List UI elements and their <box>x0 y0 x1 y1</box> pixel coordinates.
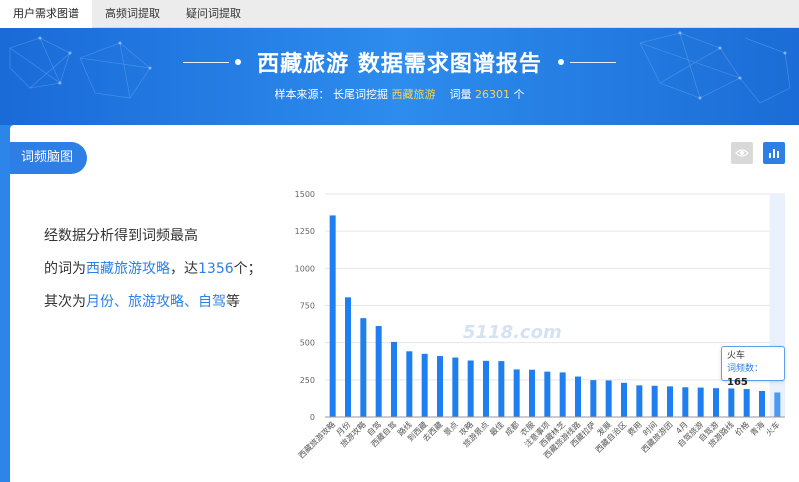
bar-29[interactable] <box>774 392 781 417</box>
bar-21[interactable] <box>651 385 658 417</box>
x-tick-label: 价格 <box>733 419 751 437</box>
banner-title-row: 西藏旅游 数据需求图谱报告 <box>0 46 799 78</box>
bar-15[interactable] <box>559 372 566 417</box>
title-right-dot <box>557 59 564 65</box>
bar-8[interactable] <box>452 357 459 417</box>
sample-source-tool: 长尾词挖掘 <box>333 88 388 101</box>
bar-28[interactable] <box>759 390 765 417</box>
bar-13[interactable] <box>529 369 535 417</box>
y-tick-label: 500 <box>300 339 315 348</box>
y-tick-label: 750 <box>300 302 315 311</box>
y-tick-label: 1000 <box>295 264 315 273</box>
tooltip-label: 词频数： <box>727 364 764 374</box>
bar-1[interactable] <box>345 297 351 417</box>
bar-0[interactable] <box>329 215 336 417</box>
bar-18[interactable] <box>605 380 612 417</box>
summary-line-3: 其次为月份、旅游攻略、自驾等 <box>44 286 294 319</box>
chart-tooltip: 火车 词频数： 165 <box>721 346 785 388</box>
section-tag: 词频脑图 <box>10 142 87 174</box>
bar-26[interactable] <box>728 388 735 417</box>
summary-top-word: 西藏旅游攻略 <box>86 261 170 277</box>
tooltip-value: 165 <box>727 377 748 388</box>
bar-7[interactable] <box>437 356 443 417</box>
y-tick-label: 1500 <box>295 190 315 199</box>
bar-27[interactable] <box>743 389 750 417</box>
title-left-line <box>183 61 230 63</box>
sample-source-info: 样本来源： 长尾词挖掘 西藏旅游 词量 26301 个 <box>0 86 799 102</box>
bar-3[interactable] <box>375 326 382 417</box>
bar-25[interactable] <box>713 388 719 417</box>
summary-line-3-suffix: 等 <box>226 294 240 310</box>
bar-2[interactable] <box>360 318 367 417</box>
tab-high-frequency-words[interactable]: 高频词提取 <box>92 0 173 28</box>
bar-6[interactable] <box>421 353 428 417</box>
bar-16[interactable] <box>575 376 581 417</box>
y-axis: 0 250 500 750 1000 1250 1500 <box>295 190 315 422</box>
x-tick-label: 景点 <box>442 420 460 438</box>
word-count-label: 词量 <box>449 88 472 101</box>
y-tick-label: 1250 <box>295 227 315 236</box>
tab-bar: 用户需求图谱 高频词提取 疑问词提取 <box>0 0 799 28</box>
summary-second-words: 月份、旅游攻略、自驾 <box>86 294 226 310</box>
watermark-logo: 5118.com <box>463 322 562 343</box>
analysis-summary: 经数据分析得到词频最高 的词为西藏旅游攻略，达1356个； 其次为月份、旅游攻略… <box>44 220 294 319</box>
chart-bars <box>329 215 781 417</box>
x-tick-label: 青海 <box>748 419 766 437</box>
bar-23[interactable] <box>682 387 689 417</box>
tab-user-demand-graph[interactable]: 用户需求图谱 <box>0 0 92 28</box>
x-axis-labels: 西藏旅游攻略月份旅游攻略自驾西藏自驾路线到西藏去西藏景点攻略旅游景点最佳成都衣服… <box>296 419 782 460</box>
bar-17[interactable] <box>590 380 597 417</box>
x-tick-label: 费用 <box>625 419 643 437</box>
bar-4[interactable] <box>391 341 397 417</box>
report-banner: 西藏旅游 数据需求图谱报告 样本来源： 长尾词挖掘 西藏旅游 词量 26301 … <box>0 28 799 125</box>
sample-keyword: 西藏旅游 <box>391 88 436 101</box>
tab-question-words[interactable]: 疑问词提取 <box>173 0 254 28</box>
word-count-unit: 个 <box>513 88 525 101</box>
bar-5[interactable] <box>406 351 413 417</box>
summary-line-1: 经数据分析得到词频最高 <box>44 228 198 244</box>
x-tick-label: 火车 <box>763 419 781 437</box>
bar-24[interactable] <box>697 387 704 417</box>
bar-12[interactable] <box>513 369 520 417</box>
y-tick-label: 250 <box>300 376 315 385</box>
bar-20[interactable] <box>636 385 643 417</box>
title-left-dot <box>235 59 242 65</box>
tooltip-category: 火车 <box>727 351 746 361</box>
summary-line-2-prefix: 的词为 <box>44 261 86 277</box>
x-tick-label: 西藏旅游攻略 <box>296 419 337 460</box>
bar-11[interactable] <box>498 361 505 417</box>
x-tick-label: 成都 <box>503 419 521 437</box>
summary-line-2: 的词为西藏旅游攻略，达1356个； <box>44 253 294 286</box>
bar-22[interactable] <box>667 386 673 417</box>
sample-source-label: 样本来源： <box>274 88 330 101</box>
bar-14[interactable] <box>544 371 551 417</box>
y-tick-label: 0 <box>310 413 315 422</box>
bar-19[interactable] <box>621 382 627 417</box>
summary-line-2-mid: ，达 <box>170 261 198 277</box>
summary-line-3-prefix: 其次为 <box>44 294 86 310</box>
summary-line-2-suffix: 个； <box>233 261 262 277</box>
bar-10[interactable] <box>483 360 489 417</box>
word-count-value: 26301 <box>475 88 510 101</box>
title-right-line <box>569 61 616 63</box>
bar-9[interactable] <box>467 360 474 417</box>
summary-top-value: 1356 <box>198 261 234 277</box>
word-frequency-bar-chart: 0250500750100012501500 西藏旅游攻略月份旅游攻略自驾西藏自… <box>295 190 785 460</box>
page-title: 西藏旅游 数据需求图谱报告 <box>257 52 542 77</box>
x-tick-label: 最佳 <box>487 419 505 437</box>
